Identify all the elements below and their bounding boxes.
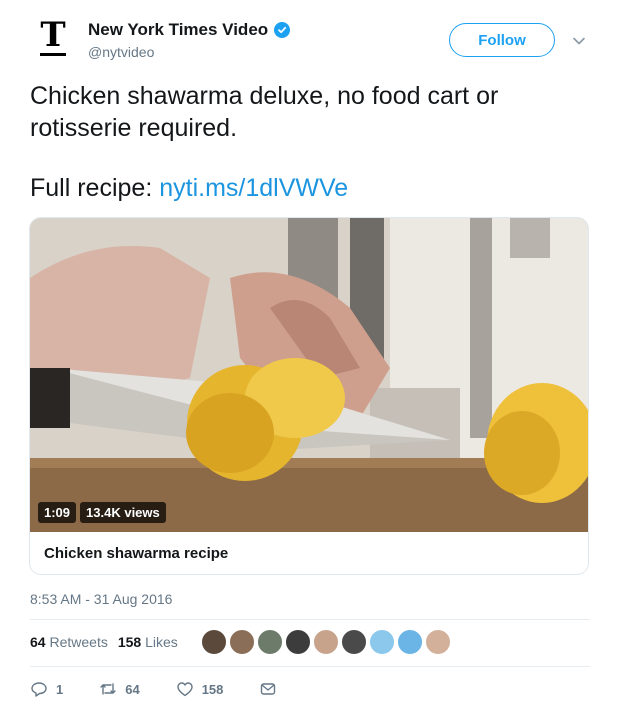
likers-avatars xyxy=(201,629,451,655)
tweet-timestamp[interactable]: 8:53 AM - 31 Aug 2016 xyxy=(30,591,172,607)
recipe-line: Full recipe: nyti.ms/1dlVWVe xyxy=(30,172,348,204)
heart-icon xyxy=(177,682,193,697)
envelope-icon xyxy=(261,683,276,695)
likes-count: 158 xyxy=(117,634,142,650)
verified-badge-icon xyxy=(274,22,291,38)
direct-message-button[interactable] xyxy=(259,680,277,698)
retweet-button[interactable]: 64 xyxy=(99,680,140,698)
tweet-actions: 1 64 158 xyxy=(30,680,313,698)
video-thumbnail-image xyxy=(30,218,588,532)
retweet-count: 64 xyxy=(125,681,140,697)
liker-avatar[interactable] xyxy=(397,629,423,655)
liker-avatar[interactable] xyxy=(285,629,311,655)
author-handle[interactable]: @nytvideo xyxy=(88,44,290,60)
liker-avatar[interactable] xyxy=(369,629,395,655)
retweets-count: 64 xyxy=(30,634,46,650)
tweet-text-line-2: rotisserie required. xyxy=(30,114,238,142)
liker-avatar[interactable] xyxy=(425,629,451,655)
card-title[interactable]: Chicken shawarma recipe xyxy=(44,545,228,562)
retweet-icon xyxy=(100,683,116,695)
liker-avatar[interactable] xyxy=(341,629,367,655)
nyt-logo-letter: T xyxy=(40,15,66,55)
reply-count: 1 xyxy=(56,681,64,697)
video-duration-badge: 1:09 xyxy=(38,502,77,523)
like-button[interactable]: 158 xyxy=(176,680,224,698)
video-player[interactable]: 1:09 13.4K views xyxy=(30,218,588,532)
liker-avatar[interactable] xyxy=(313,629,339,655)
recipe-link[interactable]: nyti.ms/1dlVWVe xyxy=(159,174,348,202)
retweets-label: Retweets xyxy=(49,634,108,650)
chevron-down-icon[interactable] xyxy=(572,34,586,48)
tweet-text-line-1: Chicken shawarma deluxe, no food cart or xyxy=(30,82,499,110)
author-name[interactable]: New York Times Video xyxy=(88,20,268,40)
tweet-stats: 64 Retweets 158 Likes xyxy=(30,634,178,650)
likes-label: Likes xyxy=(145,634,178,650)
like-count: 158 xyxy=(201,681,224,697)
recipe-prefix: Full recipe: xyxy=(30,174,160,202)
likes-stat[interactable]: 158 Likes xyxy=(118,634,178,650)
divider-bottom xyxy=(30,666,590,667)
author-info: New York Times Video @nytvideo xyxy=(88,20,291,60)
liker-avatar[interactable] xyxy=(257,629,283,655)
nyt-logo-strip xyxy=(40,53,66,56)
video-badges: 1:09 13.4K views xyxy=(38,502,166,523)
reply-button[interactable]: 1 xyxy=(30,680,63,698)
reply-icon xyxy=(31,682,47,697)
video-card[interactable]: 1:09 13.4K views Chicken shawarma recipe xyxy=(29,217,589,575)
divider-top xyxy=(30,619,590,620)
video-views-badge: 13.4K views xyxy=(80,502,166,523)
liker-avatar[interactable] xyxy=(229,629,255,655)
follow-button[interactable]: Follow xyxy=(449,23,555,57)
liker-avatar[interactable] xyxy=(201,629,227,655)
retweets-stat[interactable]: 64 Retweets xyxy=(30,634,108,650)
tweet-text: Chicken shawarma deluxe, no food cart or… xyxy=(30,80,590,144)
author-avatar[interactable]: T xyxy=(30,14,76,60)
